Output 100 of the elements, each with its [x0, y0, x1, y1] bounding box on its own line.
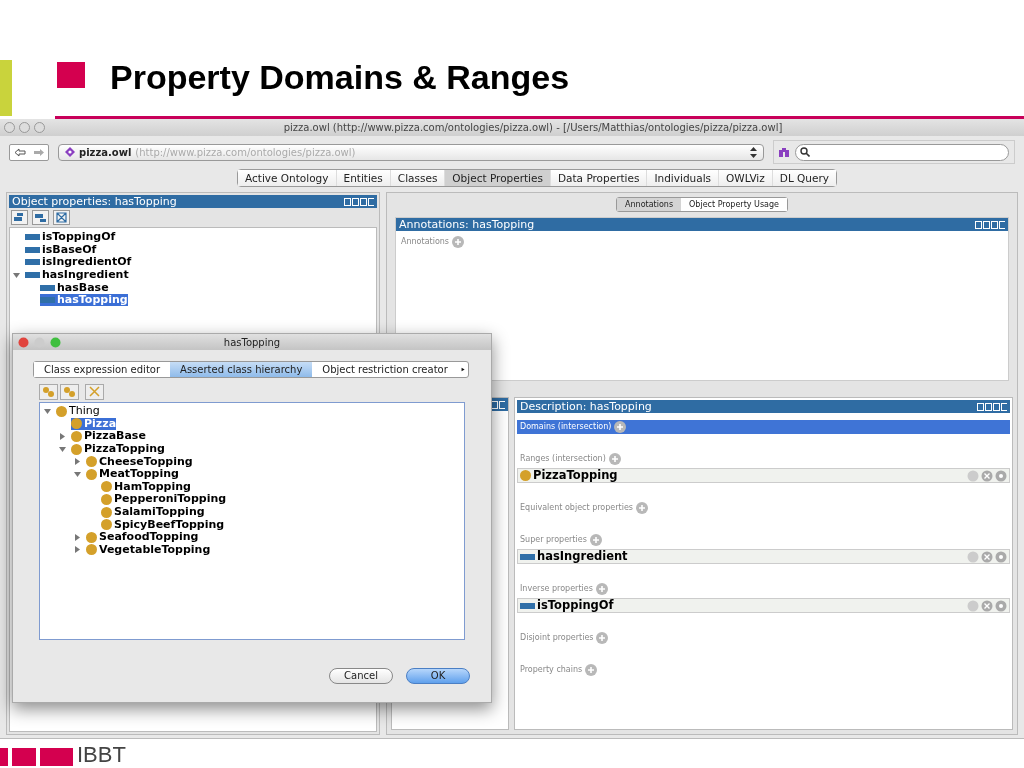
tree-item[interactable]: isBaseOf: [42, 243, 97, 256]
class-icon: [86, 544, 97, 556]
tree-item[interactable]: hasIngredient: [42, 269, 129, 282]
collapse-triangle-icon[interactable]: [13, 271, 20, 279]
tab[interactable]: Data Properties: [550, 170, 648, 186]
section-label: Equivalent object properties: [520, 502, 633, 514]
ontology-selector[interactable]: pizza.owl (http://www.pizza.com/ontologies/pizza.owl): [58, 143, 764, 161]
add-icon[interactable]: [614, 421, 627, 433]
add-sibling-property-icon[interactable]: [32, 210, 49, 225]
frame-row[interactable]: PizzaTopping: [517, 468, 1010, 483]
property-icon: [40, 284, 55, 291]
tree-item[interactable]: PizzaBase: [84, 430, 146, 443]
entity-label: isToppingOf: [537, 596, 615, 614]
dialog-title: hasTopping: [222, 335, 282, 350]
tree-item[interactable]: SeafoodTopping: [99, 531, 199, 544]
class-icon: [101, 519, 112, 531]
slide-title: Property Domains & Ranges: [110, 57, 570, 97]
binoculars-icon[interactable]: [779, 147, 789, 157]
section-label: Annotations: [401, 236, 450, 248]
tree-item[interactable]: PizzaTopping: [84, 443, 165, 456]
ok-button[interactable]: OK: [406, 668, 470, 684]
class-icon: [86, 468, 97, 480]
ontology-icon: [65, 147, 75, 157]
tree-item[interactable]: HamTopping: [114, 480, 191, 493]
view-controls-icon[interactable]: [977, 402, 1007, 411]
view-controls-icon[interactable]: [344, 197, 374, 206]
tree-item[interactable]: CheeseTopping: [99, 455, 193, 468]
back-arrow-icon[interactable]: [13, 147, 26, 157]
property-icon: [25, 259, 40, 266]
property-icon: [520, 602, 535, 609]
delete-icon[interactable]: [53, 210, 70, 225]
class-icon: [101, 506, 112, 518]
expand-triangle-icon[interactable]: [74, 458, 81, 466]
class-icon: [520, 470, 531, 481]
section-label: Inverse properties: [520, 583, 593, 595]
property-icon: [25, 246, 40, 253]
forward-arrow-icon[interactable]: [32, 147, 45, 157]
ontology-name: pizza.owl: [79, 145, 132, 160]
panel-title: Object properties: hasTopping: [12, 196, 177, 207]
panel-title: Annotations: hasTopping: [399, 219, 535, 230]
tree-item[interactable]: isToppingOf: [42, 231, 116, 244]
expand-triangle-icon[interactable]: [74, 546, 81, 554]
stepper-icon[interactable]: [750, 146, 757, 158]
collapse-triangle-icon[interactable]: [74, 470, 81, 478]
tree-item[interactable]: PepperoniTopping: [114, 493, 227, 506]
tab[interactable]: Entities: [336, 170, 391, 186]
class-icon: [71, 431, 82, 442]
window-controls-icon[interactable]: [18, 336, 62, 348]
property-icon: [25, 234, 40, 241]
expand-triangle-icon[interactable]: [59, 433, 66, 440]
panel-title: Description: hasTopping: [520, 401, 652, 412]
class-icon: [86, 531, 97, 543]
entity-label: PizzaTopping: [533, 466, 619, 484]
property-icon: [25, 272, 40, 279]
class-icon: [101, 481, 112, 493]
collapse-triangle-icon[interactable]: [59, 445, 66, 453]
tree-item[interactable]: hasBase: [57, 281, 109, 294]
tab[interactable]: Active Ontology: [238, 170, 337, 186]
title-square: [57, 62, 85, 88]
tab[interactable]: OWLViz: [719, 170, 773, 186]
item-controls-icon[interactable]: [967, 599, 1007, 612]
class-icon: [71, 443, 82, 455]
section-label: Super properties: [520, 534, 587, 546]
subtab[interactable]: Annotations: [617, 198, 682, 211]
class-icon: [86, 456, 97, 468]
tab[interactable]: Asserted class hierarchy: [170, 362, 313, 377]
tree-item[interactable]: Thing: [69, 405, 100, 418]
expand-triangle-icon[interactable]: [74, 533, 81, 541]
section-label: Disjoint properties: [520, 632, 594, 644]
tree-item[interactable]: isIngredientOf: [42, 256, 132, 269]
accent-strip: [0, 60, 12, 116]
item-controls-icon[interactable]: [967, 550, 1007, 563]
frame-row[interactable]: hasIngredient: [517, 549, 1010, 564]
collapse-triangle-icon[interactable]: [44, 407, 51, 415]
frame-row[interactable]: isToppingOf: [517, 598, 1010, 613]
section-label: Ranges (intersection): [520, 453, 606, 465]
tree-item[interactable]: SpicyBeefTopping: [114, 518, 225, 531]
property-icon: [40, 297, 55, 304]
tab[interactable]: Object Properties: [445, 170, 551, 186]
view-controls-icon[interactable]: [975, 220, 1005, 229]
logo-text: IBBT: [77, 744, 126, 766]
cancel-button[interactable]: Cancel: [329, 668, 393, 684]
entity-label: hasIngredient: [537, 547, 629, 565]
tab[interactable]: Classes: [390, 170, 446, 186]
item-controls-icon[interactable]: [967, 469, 1007, 482]
class-icon: [101, 493, 112, 505]
tree-item[interactable]: MeatTopping: [99, 468, 179, 481]
property-icon: [520, 553, 535, 560]
search-field[interactable]: [795, 143, 1009, 161]
tree-item[interactable]: VegetableTopping: [99, 543, 211, 556]
tree-item[interactable]: SalamiTopping: [114, 506, 205, 519]
back-forward-buttons[interactable]: [9, 143, 49, 161]
search-icon: [800, 147, 810, 157]
tab[interactable]: Individuals: [647, 170, 720, 186]
add-subproperty-icon[interactable]: [11, 210, 28, 225]
window-title: pizza.owl (http://www.pizza.com/ontologies/pizza.owl) - [/Users/Matthias/ontologies/pizza/pizza.owl]: [282, 121, 784, 135]
tab[interactable]: DL Query: [772, 170, 836, 186]
ontology-iri: (http://www.pizza.com/ontologies/pizza.owl): [135, 145, 357, 160]
class-icon: [56, 405, 67, 417]
section-header[interactable]: Domains (intersection): [517, 420, 1010, 434]
